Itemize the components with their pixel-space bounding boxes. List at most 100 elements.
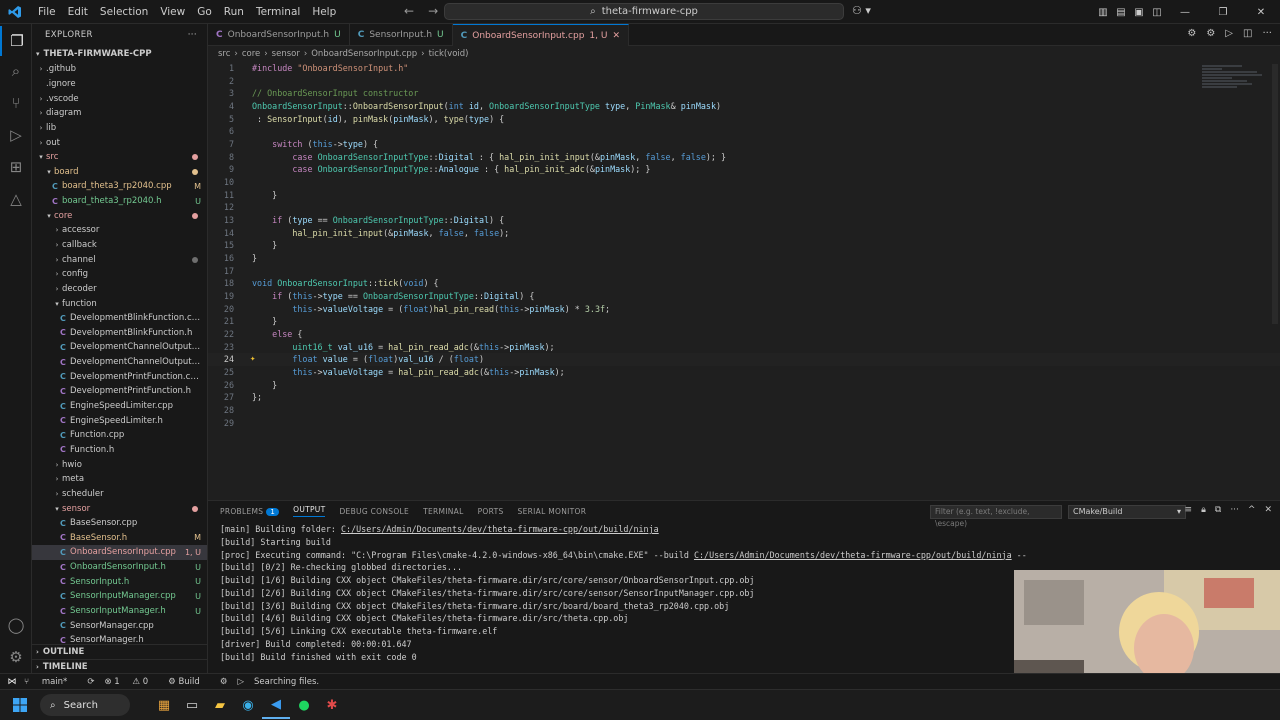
vscode-taskbar-icon[interactable]: ◀ <box>262 691 290 719</box>
task-view-icon[interactable]: ▭ <box>178 691 206 719</box>
build-status[interactable]: ⚙ Build <box>168 677 210 687</box>
tree-item[interactable]: C SensorInput.h U <box>32 574 207 589</box>
windows-start-icon[interactable] <box>0 698 40 712</box>
app-icon[interactable]: ✱ <box>318 691 346 719</box>
tree-item[interactable]: › decoder <box>32 282 207 297</box>
menu-item-edit[interactable]: Edit <box>62 0 94 24</box>
layout-sidebar-icon[interactable]: ▥ <box>1094 7 1112 18</box>
problems-status[interactable]: ⊗ 1 ⚠ 0 <box>104 677 158 687</box>
panel-tab-terminal[interactable]: TERMINAL <box>423 507 464 516</box>
output-log[interactable]: [main] Building folder: C:/Users/Admin/D… <box>220 523 1027 663</box>
tree-item[interactable]: › scheduler <box>32 487 207 502</box>
layout-panel-icon[interactable]: ▣ <box>1130 7 1148 18</box>
minimap[interactable] <box>1202 64 1266 104</box>
tree-item[interactable]: C EngineSpeedLimiter.cpp <box>32 399 207 414</box>
layout-primary-icon[interactable]: ▤ <box>1112 7 1130 18</box>
list-filter-icon[interactable]: ≡ <box>1185 505 1193 515</box>
panel-tab-serial-monitor[interactable]: SERIAL MONITOR <box>518 507 587 516</box>
tree-item[interactable]: C BaseSensor.h M <box>32 531 207 546</box>
tree-item[interactable]: Cboard_theta3_rp2040.h U <box>32 194 207 209</box>
output-channel-select[interactable]: CMake/Build ▾ <box>1068 505 1186 519</box>
taskbar-search[interactable]: ⌕ Search <box>40 694 130 716</box>
cmake-icon[interactable]: △ <box>0 184 32 214</box>
run-icon[interactable]: ⚙ <box>1187 28 1196 39</box>
search-icon[interactable]: ⌕ <box>0 56 32 86</box>
minimize-button[interactable]: — <box>1166 7 1204 18</box>
tree-item[interactable]: C DevelopmentPrintFunction.h <box>32 384 207 399</box>
tree-item[interactable]: › channel <box>32 252 207 267</box>
tree-item[interactable]: ▾ function <box>32 296 207 311</box>
tree-item[interactable]: ▾ src <box>32 150 207 165</box>
more-actions-icon[interactable]: ··· <box>1230 505 1239 515</box>
panel-tab-debug-console[interactable]: DEBUG CONSOLE <box>339 507 409 516</box>
tree-item[interactable]: C Function.h <box>32 443 207 458</box>
file-explorer-icon[interactable]: ▰ <box>206 691 234 719</box>
code-editor[interactable]: 1 #include "OnboardSensorInput.h" 2 3// Onb… <box>208 62 1280 494</box>
tree-item[interactable]: › config <box>32 267 207 282</box>
editor-tab[interactable]: C SensorInput.h U <box>350 24 453 46</box>
tree-item[interactable]: C Function.cpp <box>32 428 207 443</box>
launch-icon[interactable]: ▷ <box>237 677 244 687</box>
copilot-icon[interactable]: ⚇ ▾ <box>852 4 871 17</box>
tree-item[interactable]: .ignore <box>32 77 207 92</box>
panel-tab-ports[interactable]: PORTS <box>478 507 504 516</box>
tree-item[interactable]: C EngineSpeedLimiter.h <box>32 413 207 428</box>
close-panel-icon[interactable]: ✕ <box>1264 505 1272 515</box>
tree-item[interactable]: Cboard_theta3_rp2040.cpp M <box>32 179 207 194</box>
open-editor-icon[interactable]: ⧉ <box>1215 505 1221 515</box>
editor-scrollbar[interactable] <box>1272 64 1278 324</box>
tree-item[interactable]: C SensorInputManager.cpp U <box>32 589 207 604</box>
extensions-icon[interactable]: ⊞ <box>0 152 32 182</box>
spotify-icon[interactable]: ● <box>290 691 318 719</box>
tree-item[interactable]: › .github <box>32 62 207 77</box>
back-arrow-icon[interactable]: ← <box>404 4 414 18</box>
tree-item[interactable]: › callback <box>32 238 207 253</box>
settings-gear-icon[interactable]: ⚙ <box>0 642 32 672</box>
restore-button[interactable]: ❐ <box>1204 7 1242 18</box>
output-filter-input[interactable]: Filter (e.g. text, !exclude, \escape) <box>930 505 1062 528</box>
split-editor-icon[interactable]: ◫ <box>1243 28 1252 39</box>
widgets-icon[interactable]: ▦ <box>150 691 178 719</box>
more-actions-icon[interactable]: ··· <box>1262 28 1272 39</box>
command-center-search[interactable]: ⌕ theta-firmware-cpp <box>444 3 844 20</box>
menu-item-run[interactable]: Run <box>218 0 250 24</box>
tree-item[interactable]: ▾ board <box>32 164 207 179</box>
tree-item[interactable]: C DevelopmentBlinkFunction.h <box>32 326 207 341</box>
editor-tab[interactable]: C OnboardSensorInput.cpp 1, U ✕ <box>452 24 629 46</box>
sync-icon[interactable]: ⟳ <box>87 677 94 687</box>
tree-item[interactable]: › lib <box>32 121 207 136</box>
tree-item[interactable]: C SensorManager.cpp <box>32 618 207 633</box>
remote-icon[interactable]: ⋈ <box>0 674 24 690</box>
menu-item-help[interactable]: Help <box>306 0 342 24</box>
tree-item[interactable]: C BaseSensor.cpp <box>32 516 207 531</box>
close-tab-icon[interactable]: ✕ <box>612 31 620 41</box>
menu-item-terminal[interactable]: Terminal <box>250 0 306 24</box>
explorer-icon[interactable]: ❐ <box>0 26 32 56</box>
settings-icon[interactable]: ⚙ <box>1206 28 1215 39</box>
breadcrumb-item[interactable]: src <box>218 49 230 59</box>
tree-item[interactable]: › hwio <box>32 457 207 472</box>
tree-item[interactable]: ▾ sensor <box>32 501 207 516</box>
tree-item[interactable]: › accessor <box>32 223 207 238</box>
breadcrumb-item[interactable]: OnboardSensorInput.cpp <box>311 49 417 59</box>
more-actions-icon[interactable]: ··· <box>188 30 197 40</box>
output-link[interactable]: C:/Users/Admin/Documents/dev/theta-firmw… <box>341 524 659 534</box>
run-debug-icon[interactable]: ▷ <box>0 120 32 150</box>
tree-item[interactable]: C DevelopmentPrintFunction.cpp <box>32 369 207 384</box>
output-link[interactable]: C:/Users/Admin/Documents/dev/theta-firmw… <box>694 550 1012 560</box>
account-icon[interactable]: ◯ <box>0 610 32 640</box>
maximize-panel-icon[interactable]: ^ <box>1248 505 1256 515</box>
breadcrumb-item[interactable]: tick(void) <box>429 49 469 59</box>
edge-browser-icon[interactable]: ◉ <box>234 691 262 719</box>
menu-item-go[interactable]: Go <box>191 0 218 24</box>
panel-tab-output[interactable]: OUTPUT <box>293 505 326 517</box>
tree-item[interactable]: › .vscode <box>32 91 207 106</box>
tree-item[interactable]: ▾ core <box>32 208 207 223</box>
breadcrumb-item[interactable]: core <box>242 49 260 59</box>
tree-item[interactable]: › diagram <box>32 106 207 121</box>
menu-item-selection[interactable]: Selection <box>94 0 154 24</box>
close-window-button[interactable]: ✕ <box>1242 7 1280 18</box>
play-icon[interactable]: ▷ <box>1225 28 1233 39</box>
tree-item[interactable]: C DevelopmentBlinkFunction.cpp <box>32 311 207 326</box>
menu-item-file[interactable]: File <box>32 0 62 24</box>
